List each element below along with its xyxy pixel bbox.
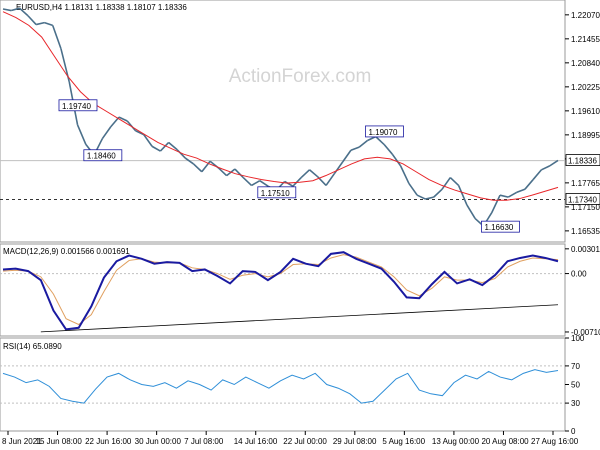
x-tick-label: 22 Jun 16:00 — [85, 437, 132, 446]
price-label: 1.16630 — [484, 223, 513, 232]
price-ytick-label: 1.21455 — [571, 35, 600, 44]
rsi-ytick-label: 0 — [571, 427, 576, 436]
price-label: 1.19070 — [368, 128, 397, 137]
price-ytick-label: 1.20840 — [571, 59, 600, 68]
price-label: 1.17510 — [261, 189, 290, 198]
x-tick-label: 30 Jun 00:00 — [135, 437, 182, 446]
price-ytick-label: 1.16535 — [571, 227, 600, 236]
x-tick-label: 15 Jun 08:00 — [36, 437, 83, 446]
watermark: ActionForex.com — [229, 66, 372, 87]
price-label: 1.18460 — [87, 152, 116, 161]
watermark-text: ActionForex.com — [229, 66, 372, 87]
x-tick-label: 5 Aug 16:00 — [382, 437, 425, 446]
price-ytick-label: 1.22070 — [571, 11, 600, 20]
price-ytick-label: 1.17765 — [571, 179, 600, 188]
x-tick-label: 14 Jul 16:00 — [234, 437, 278, 446]
forex-chart: ActionForex.com EURUSD,H4 1.18131 1.1833… — [0, 0, 600, 450]
x-tick-label: 13 Aug 00:00 — [432, 437, 480, 446]
macd-panel-title: MACD(12,26,9) 0.001566 0.001691 — [3, 247, 130, 256]
price-ytick-label: 1.18995 — [571, 131, 600, 140]
support-level-tag-label: 1.17340 — [568, 195, 597, 204]
rsi-ytick-label: 70 — [571, 362, 580, 371]
rsi-ytick-label: 50 — [571, 381, 580, 390]
current-price-tag-label: 1.18336 — [568, 157, 597, 166]
x-tick-label: 7 Jul 08:00 — [184, 437, 224, 446]
price-panel-title: EURUSD,H4 1.18131 1.18338 1.18107 1.1833… — [16, 3, 187, 12]
x-tick-label: 20 Aug 08:00 — [481, 437, 529, 446]
rsi-panel-title: RSI(14) 65.0890 — [3, 342, 62, 351]
macd-ytick-label: 0.003012 — [571, 245, 600, 254]
x-tick-label: 29 Jul 08:00 — [333, 437, 377, 446]
rsi-ytick-label: 100 — [571, 334, 585, 343]
x-tick-label: 27 Aug 16:00 — [531, 437, 579, 446]
price-label: 1.19740 — [62, 102, 91, 111]
price-ytick-label: 1.19610 — [571, 107, 600, 116]
rsi-ytick-label: 30 — [571, 399, 580, 408]
macd-ytick-label: 0.00 — [571, 270, 587, 279]
price-ytick-label: 1.20225 — [571, 83, 600, 92]
x-tick-label: 22 Jul 00:00 — [283, 437, 327, 446]
